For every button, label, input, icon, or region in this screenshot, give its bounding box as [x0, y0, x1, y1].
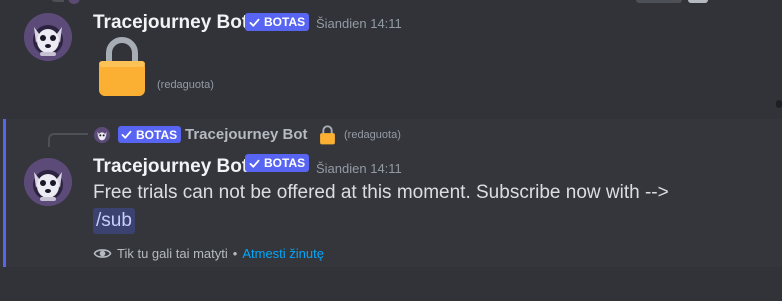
bot-tag: BOTAS — [245, 13, 310, 31]
message-toolbar-edge-icon — [688, 0, 708, 3]
edited-label: (redaguota) — [157, 79, 214, 91]
reply-bot-tag: BOTAS — [118, 126, 182, 143]
reply-connector — [48, 133, 88, 147]
eye-icon — [93, 248, 112, 258]
bot-avatar-icon — [24, 158, 72, 206]
timestamp[interactable]: Šiandien 14:11 — [316, 16, 402, 31]
verified-check-icon — [249, 159, 260, 168]
bot-avatar-icon — [94, 127, 110, 143]
bot-tag-label: BOTAS — [264, 156, 306, 170]
timestamp[interactable]: Šiandien 14:11 — [316, 161, 402, 176]
verified-check-icon — [249, 18, 260, 27]
lock-emoji-icon — [99, 37, 145, 96]
mention-bar — [3, 119, 6, 267]
bot-avatar-icon — [24, 13, 72, 61]
username[interactable]: Tracejourney Bot — [93, 156, 248, 178]
bot-tag-label: BOTAS — [264, 15, 306, 29]
reply-avatar — [68, 0, 80, 4]
bot-tag: BOTAS — [245, 154, 310, 172]
lock-emoji-icon[interactable] — [319, 125, 336, 145]
message-toolbar-edge — [636, 0, 682, 3]
reply-connector — [50, 0, 64, 2]
bot-tag-label: BOTAS — [136, 127, 178, 142]
verified-check-icon — [121, 130, 132, 139]
username[interactable]: Tracejourney Bot — [93, 12, 248, 34]
dismiss-message-link[interactable]: Atmesti žinutę — [242, 246, 324, 261]
previous-message-edge — [0, 0, 782, 6]
ephemeral-note: Tik tu gali tai matyti — [117, 245, 228, 261]
separator: • — [232, 245, 238, 261]
command-mention[interactable]: /sub — [93, 208, 135, 234]
reply-username[interactable]: Tracejourney Bot — [185, 126, 308, 143]
reply-avatar[interactable] — [94, 127, 110, 143]
avatar[interactable] — [24, 158, 72, 206]
ephemeral-notice: Tik tu gali tai matyti • Atmesti žinutę — [93, 243, 324, 263]
avatar[interactable] — [24, 13, 72, 61]
message-text: Free trials can not be offered at this m… — [93, 182, 669, 203]
reply-edited-label: (redaguota) — [344, 129, 401, 141]
scrollbar-thumb[interactable] — [776, 100, 782, 108]
